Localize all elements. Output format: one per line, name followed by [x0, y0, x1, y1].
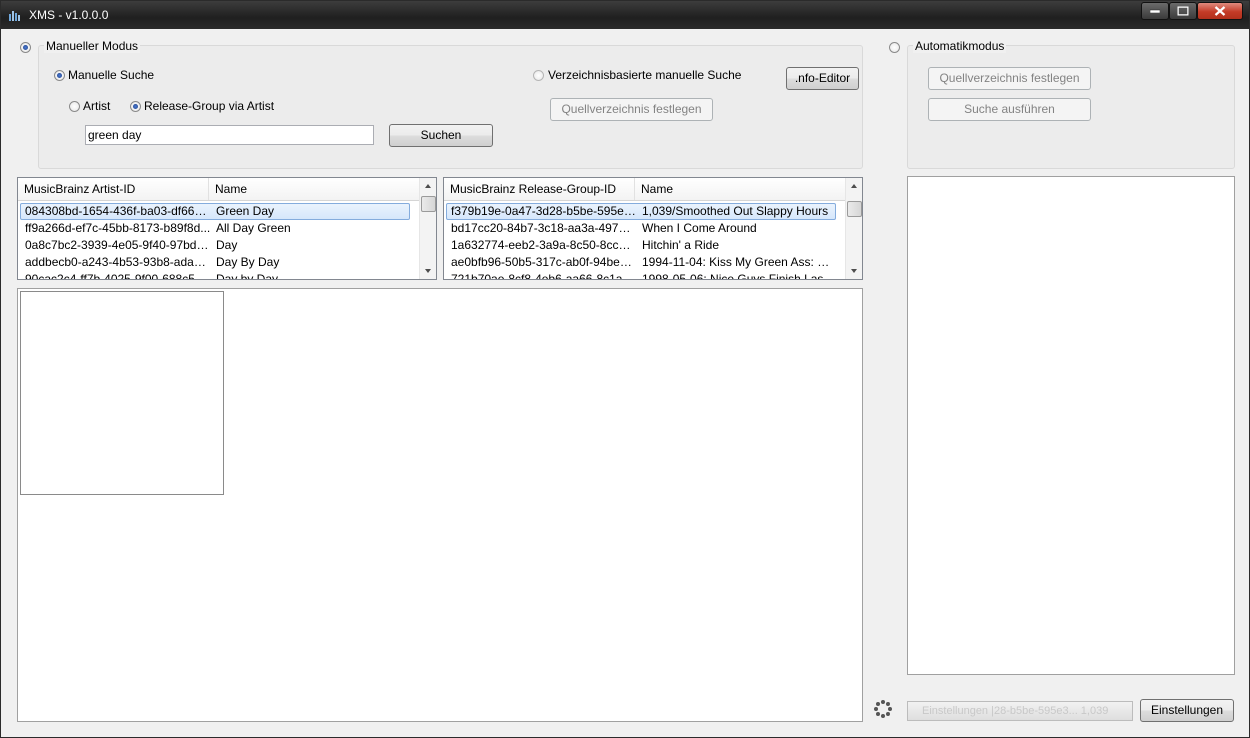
- maximize-button[interactable]: [1169, 2, 1197, 20]
- table-row[interactable]: f379b19e-0a47-3d28-b5be-595e3... 1,039/S…: [446, 203, 836, 220]
- release-name-column-header[interactable]: Name: [635, 178, 847, 200]
- directory-search-radio[interactable]: [533, 70, 544, 81]
- table-row[interactable]: ae0bfb96-50b5-317c-ab0f-94bee7... 1994-1…: [446, 254, 836, 271]
- nfo-editor-button[interactable]: .nfo-Editor: [786, 67, 859, 90]
- release-table-header: MusicBrainz Release-Group-ID Name: [444, 178, 847, 201]
- app-icon: [9, 10, 23, 21]
- manual-search-label[interactable]: Manuelle Suche: [68, 68, 154, 82]
- scroll-up-icon[interactable]: [420, 178, 436, 195]
- search-button[interactable]: Suchen: [389, 124, 493, 147]
- release-group-table[interactable]: MusicBrainz Release-Group-ID Name f379b1…: [443, 177, 863, 280]
- table-row[interactable]: 084308bd-1654-436f-ba03-df6697... Green …: [20, 203, 410, 220]
- manual-source-dir-button[interactable]: Quellverzeichnis festlegen: [550, 98, 713, 121]
- auto-log-panel: [907, 176, 1235, 675]
- auto-mode-label: Automatikmodus: [913, 39, 1007, 53]
- artist-label[interactable]: Artist: [83, 99, 110, 113]
- release-id-column-header[interactable]: MusicBrainz Release-Group-ID: [444, 178, 635, 200]
- table-row[interactable]: 721b70ae-8cf8-4eb6-aa66-8c1aac... 1998-0…: [446, 271, 836, 279]
- release-table-scrollbar[interactable]: [845, 178, 862, 279]
- title-bar[interactable]: XMS - v1.0.0.0: [1, 1, 1249, 29]
- release-group-radio[interactable]: [130, 101, 141, 112]
- cover-image-placeholder: [20, 291, 224, 495]
- scroll-down-icon[interactable]: [846, 262, 862, 279]
- scroll-thumb[interactable]: [421, 196, 436, 212]
- table-row[interactable]: ff9a266d-ef7c-45bb-8173-b89f8d... All Da…: [20, 220, 410, 237]
- manual-mode-label: Manueller Modus: [44, 39, 141, 53]
- table-row[interactable]: bd17cc20-84b7-3c18-aa3a-4979d... When I …: [446, 220, 836, 237]
- settings-button[interactable]: Einstellungen: [1140, 699, 1234, 722]
- auto-mode-radio[interactable]: [889, 42, 900, 53]
- table-row[interactable]: 1a632774-eeb2-3a9a-8c50-8cc07... Hitchin…: [446, 237, 836, 254]
- table-row[interactable]: addbecb0-a243-4b53-93b8-ada54... Day By …: [20, 254, 410, 271]
- loading-spinner-icon: [873, 699, 893, 719]
- directory-search-label[interactable]: Verzeichnisbasierte manuelle Suche: [548, 68, 741, 82]
- release-group-label[interactable]: Release-Group via Artist: [144, 99, 274, 113]
- artist-table[interactable]: MusicBrainz Artist-ID Name 084308bd-1654…: [17, 177, 437, 280]
- scroll-up-icon[interactable]: [846, 178, 862, 195]
- client-area: Manueller Modus Manuelle Suche Artist Re…: [7, 29, 1245, 732]
- table-row[interactable]: 90cac2c4-ff7b-4025-9f00-688c597... Day b…: [20, 271, 410, 279]
- scroll-thumb[interactable]: [847, 201, 862, 217]
- minimize-button[interactable]: [1141, 2, 1169, 20]
- artist-id-column-header[interactable]: MusicBrainz Artist-ID: [18, 178, 209, 200]
- search-input[interactable]: [85, 125, 374, 145]
- manual-mode-radio[interactable]: [20, 42, 31, 53]
- auto-source-dir-button[interactable]: Quellverzeichnis festlegen: [928, 67, 1091, 90]
- artist-table-header: MusicBrainz Artist-ID Name: [18, 178, 421, 201]
- artist-table-scrollbar[interactable]: [419, 178, 436, 279]
- progress-ghost-text: Einstellungen |28-b5be-595e3... 1,039: [922, 705, 1109, 717]
- table-row[interactable]: 0a8c7bc2-3939-4e05-9f40-97bd44... Day: [20, 237, 410, 254]
- artist-name-column-header[interactable]: Name: [209, 178, 421, 200]
- progress-bar: Einstellungen |28-b5be-595e3... 1,039: [907, 701, 1133, 721]
- manual-search-radio[interactable]: [54, 70, 65, 81]
- scroll-down-icon[interactable]: [420, 262, 436, 279]
- close-button[interactable]: [1197, 2, 1243, 20]
- app-window: XMS - v1.0.0.0 Manueller Modus Manuelle …: [0, 0, 1250, 738]
- artist-radio[interactable]: [69, 101, 80, 112]
- details-panel: [17, 288, 863, 722]
- run-search-button[interactable]: Suche ausführen: [928, 98, 1091, 121]
- window-title: XMS - v1.0.0.0: [29, 8, 109, 22]
